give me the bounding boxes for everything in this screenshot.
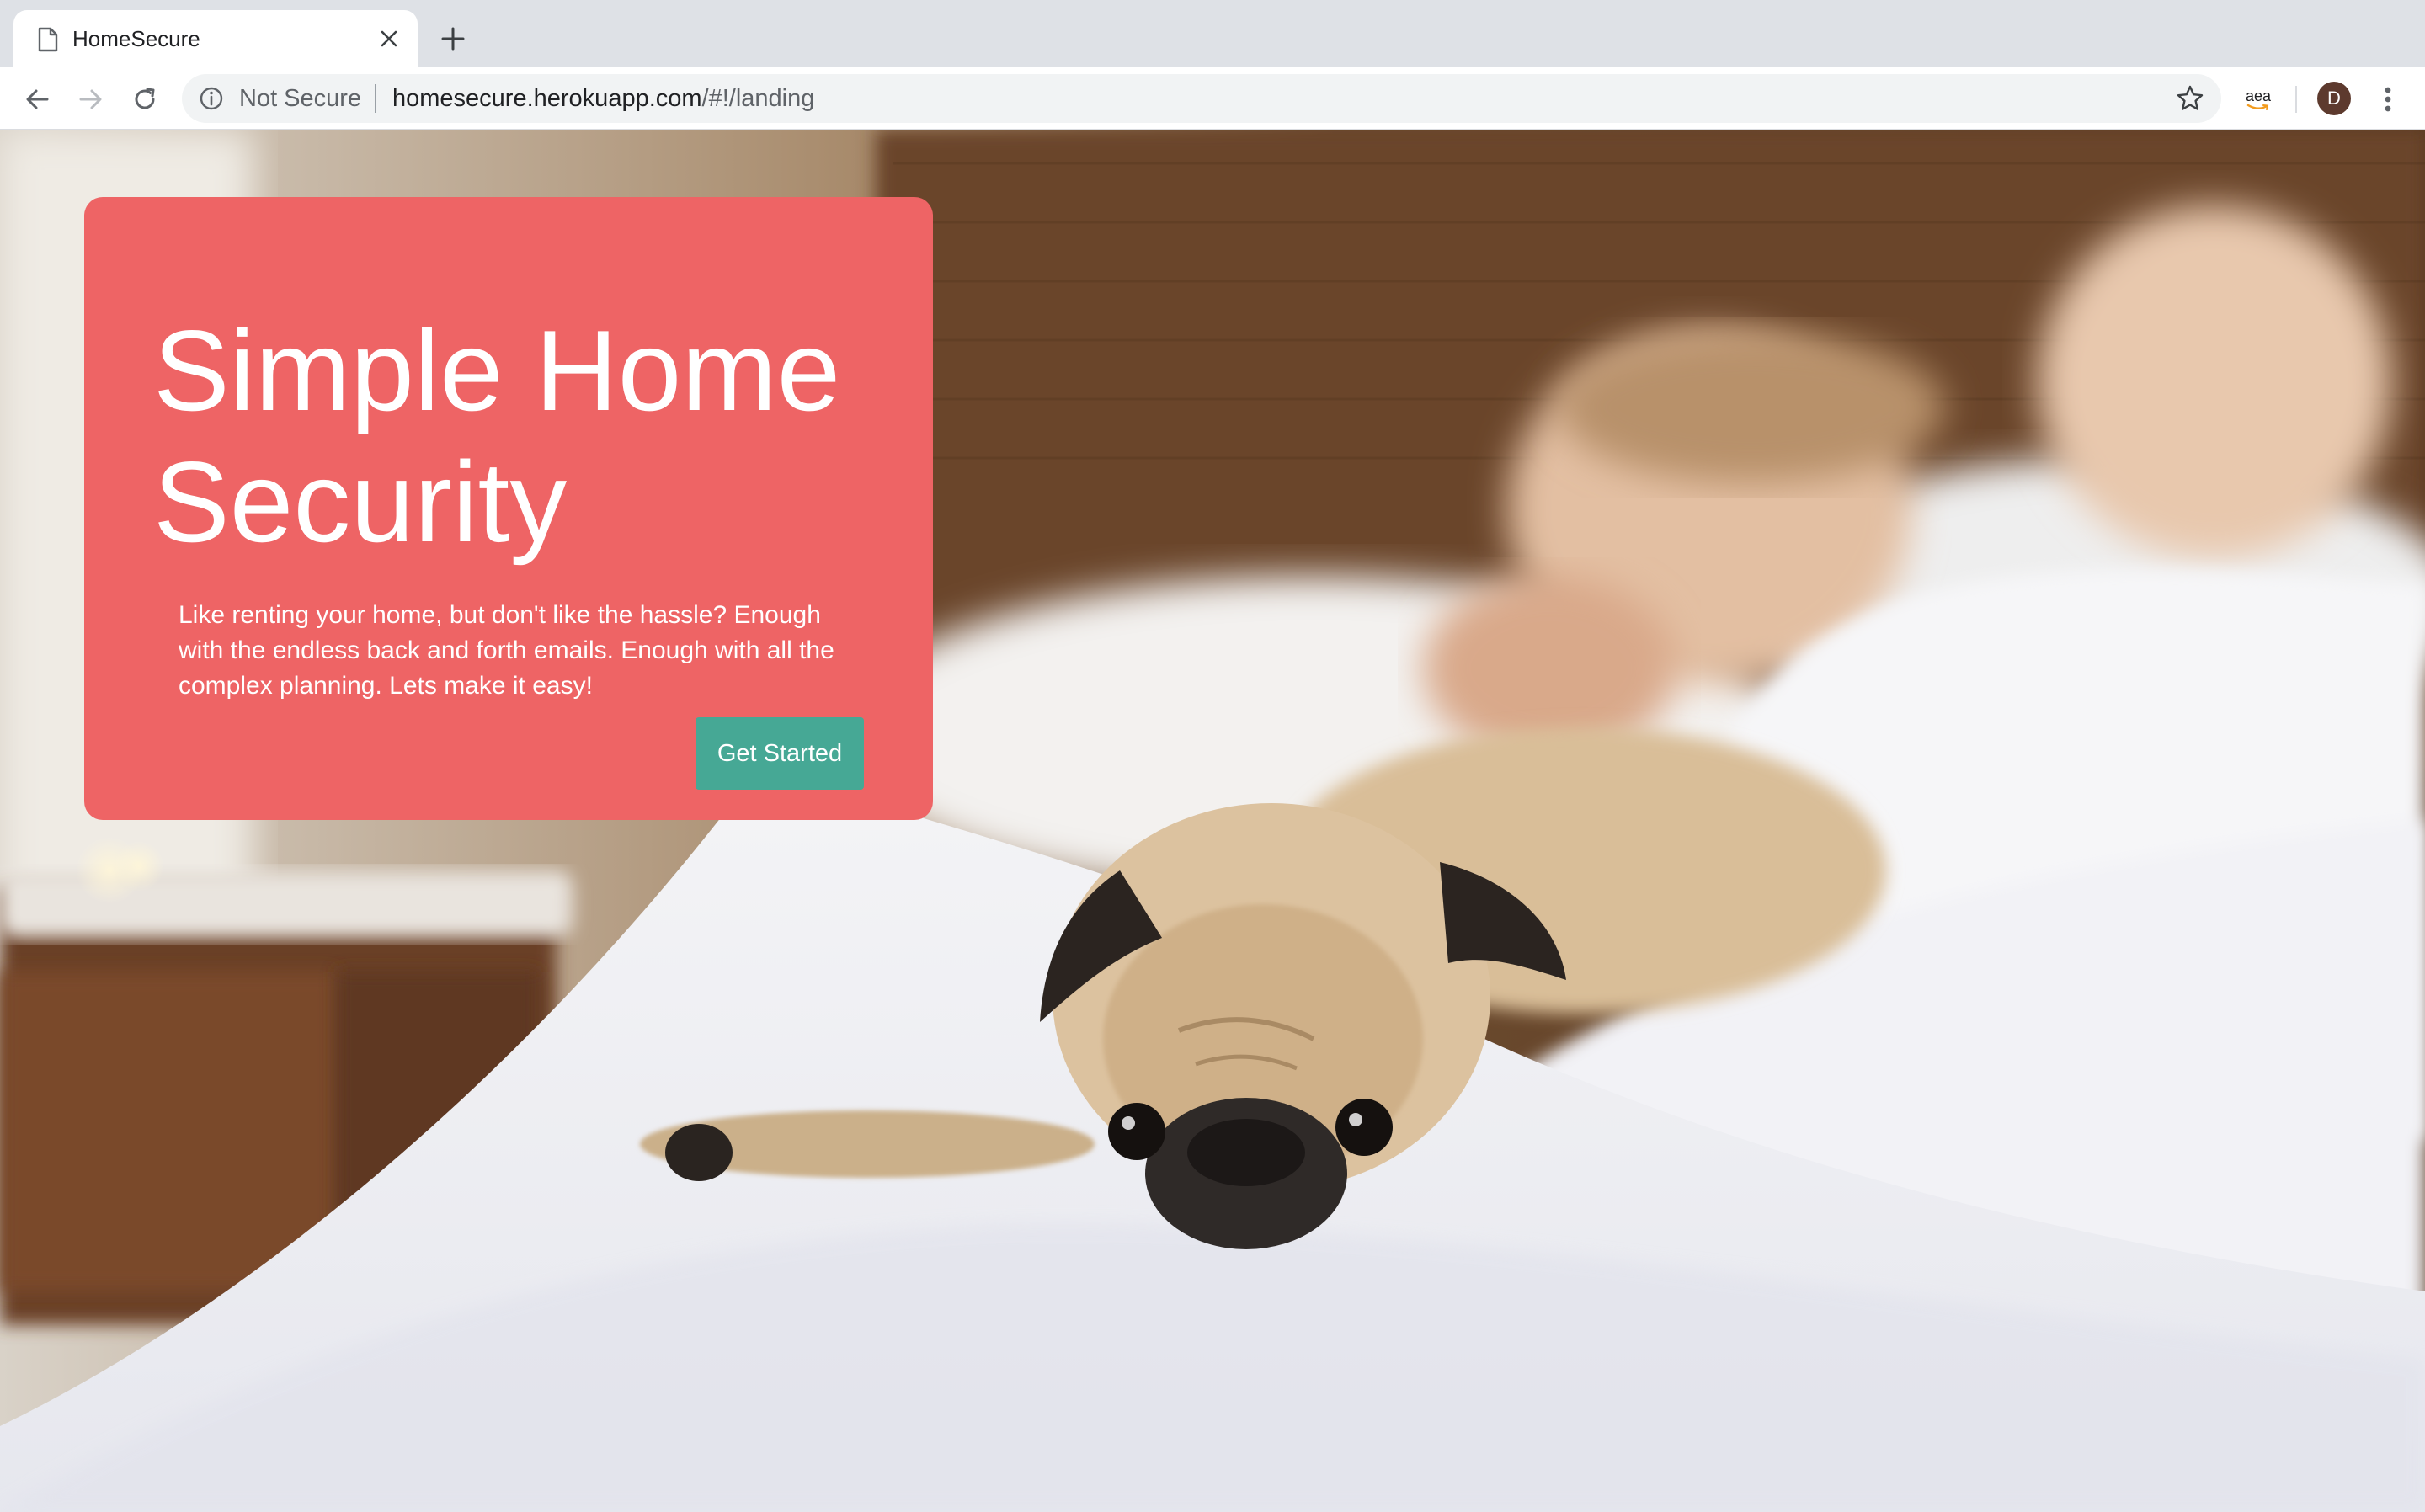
hero-description: Like renting your home, but don't like t…: [179, 601, 834, 700]
security-status[interactable]: Not Secure: [239, 86, 361, 111]
new-tab-plus-icon[interactable]: [436, 22, 470, 56]
url-host: homesecure.herokuapp.com: [392, 85, 702, 112]
extension-label: aea: [2245, 88, 2272, 104]
get-started-button[interactable]: Get Started: [696, 717, 864, 790]
tab-homesecure[interactable]: HomeSecure: [13, 10, 418, 67]
page-viewport: Simple Home Security Like renting your h…: [0, 130, 2425, 1512]
bookmark-star-icon[interactable]: [2176, 84, 2204, 113]
url-path: /#!/landing: [701, 85, 815, 112]
hero-title: Simple Home Security: [153, 306, 841, 566]
tab-strip: HomeSecure: [0, 0, 2425, 67]
toolbar-divider: [2295, 86, 2297, 113]
browser-toolbar: Not Secure homesecure.herokuapp.com/#!/l…: [0, 67, 2425, 130]
forward-arrow-icon[interactable]: [72, 81, 109, 118]
address-bar[interactable]: Not Secure homesecure.herokuapp.com/#!/l…: [182, 74, 2221, 123]
amazon-extension-icon[interactable]: aea: [2240, 81, 2277, 118]
back-arrow-icon[interactable]: [19, 81, 56, 118]
omnibox-divider: [375, 84, 376, 113]
hero-card: Simple Home Security Like renting your h…: [84, 197, 933, 820]
smile-arrow-icon: [2246, 104, 2269, 110]
profile-avatar[interactable]: D: [2317, 82, 2351, 115]
url-text[interactable]: homesecure.herokuapp.com/#!/landing: [392, 86, 814, 111]
close-icon[interactable]: [374, 24, 404, 54]
tab-title: HomeSecure: [72, 26, 200, 51]
reload-icon[interactable]: [126, 81, 163, 118]
info-icon[interactable]: [199, 86, 224, 111]
more-vertical-icon[interactable]: [2371, 81, 2405, 118]
document-icon: [37, 27, 59, 52]
